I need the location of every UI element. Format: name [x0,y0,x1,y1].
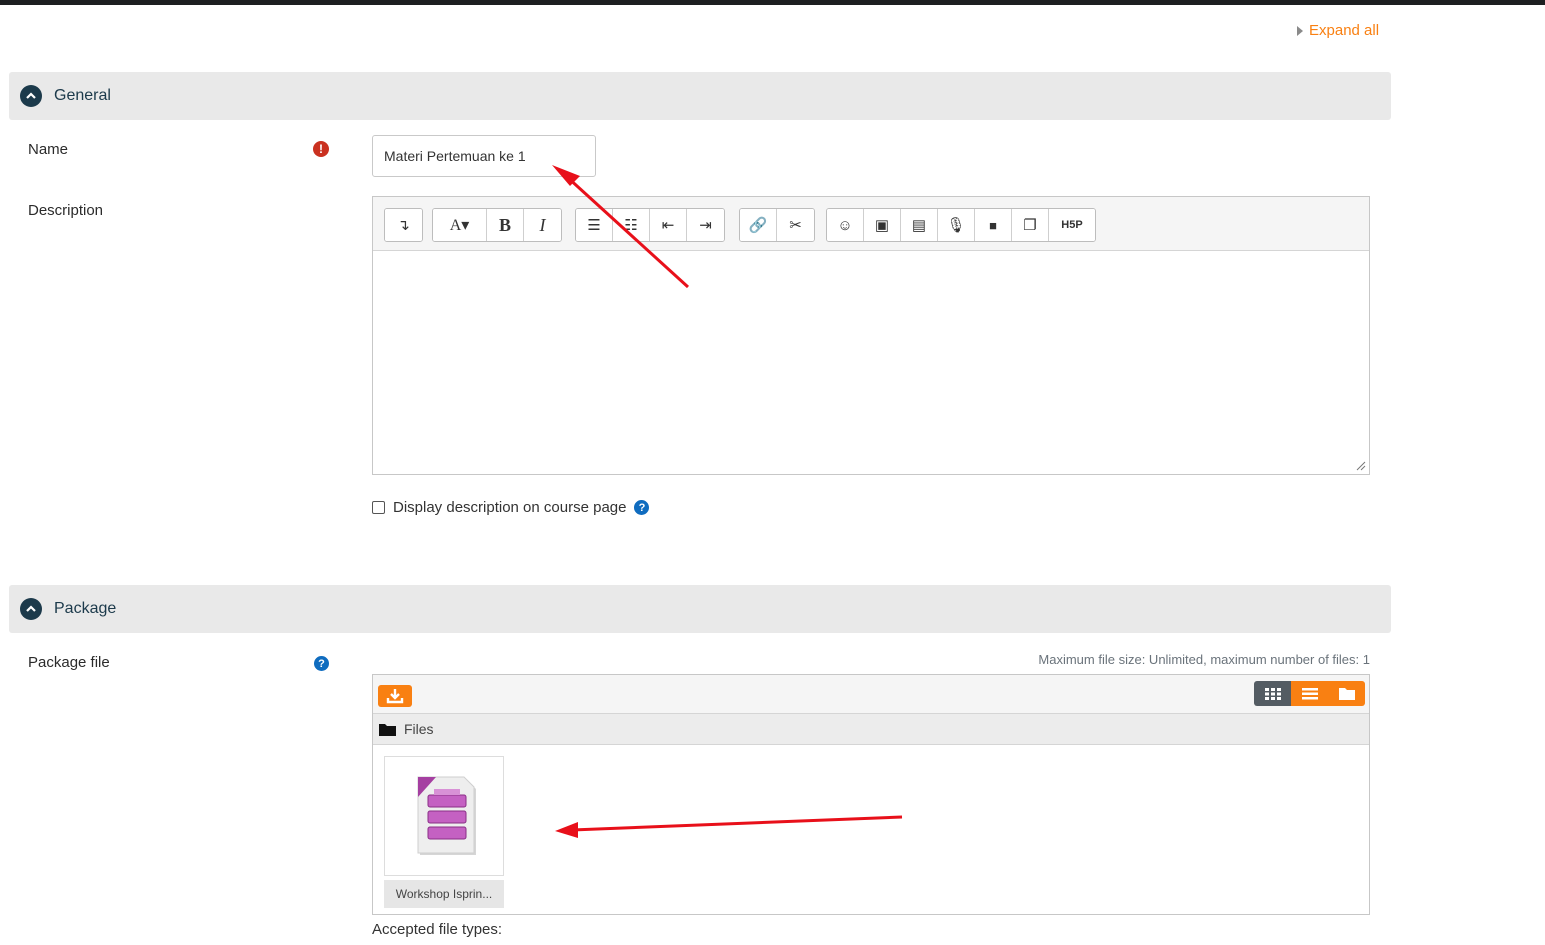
max-file-size-text: Maximum file size: Unlimited, maximum nu… [1038,652,1370,667]
question-circle-icon[interactable]: ? [634,500,650,515]
bold-icon: B [498,214,511,235]
emoji-icon: ☺ [837,216,853,234]
general-section-header[interactable]: General [9,72,1391,120]
toolbar-group: ↴ [384,208,423,242]
file-manager-toolbar [373,675,1369,714]
resize-grip-icon[interactable] [1354,459,1366,471]
top-bar [0,0,1545,5]
collapse-chevron-icon[interactable] [20,85,42,107]
h5p-icon: H5P [1061,219,1083,231]
add-file-button[interactable] [378,685,412,707]
display-description-row: Display description on course page ? [372,499,650,516]
media-button[interactable]: ▤ [901,209,938,241]
record-video-button[interactable]: ■ [975,209,1012,241]
font-style-button[interactable]: A▾ [433,209,487,241]
record-video-icon: ■ [989,217,997,233]
list-view-button[interactable] [1291,681,1328,706]
folder-icon [379,723,396,736]
unlink-icon: ✂ [789,217,802,234]
outdent-button[interactable]: ⇤ [650,209,687,241]
unordered-list-icon: ☰ [587,217,601,234]
description-text-area[interactable] [373,251,1369,474]
display-description-checkbox[interactable] [372,501,385,514]
font-style-icon: A▾ [449,217,470,234]
exclamation-circle-icon: ! [313,141,329,157]
file-thumbnail[interactable] [384,756,504,876]
download-icon [386,689,404,704]
package-section-header[interactable]: Package [9,585,1391,633]
tree-view-button[interactable] [1328,681,1365,706]
display-description-label: Display description on course page [393,499,627,516]
name-input[interactable] [372,135,596,177]
h5p-button[interactable]: H5P [1049,209,1095,241]
accepted-file-types-label: Accepted file types: [372,921,503,938]
package-file-label: Package file [28,654,110,671]
question-circle-icon[interactable]: ? [314,656,329,671]
editor-toolbar: ↴ A▾ B I ☰ ☷ ⇤ ⇥ 🔗 ✂ ☺ ▣ ▤ 🎙 ■ ❐ H5P [373,197,1369,251]
icon-view-button[interactable] [1254,681,1291,706]
toolbar-group: A▾ B I [432,208,562,242]
italic-icon: I [539,214,546,235]
view-mode-switcher [1254,681,1365,706]
expand-triangle-icon [1297,25,1303,36]
file-path-bar: Files [373,714,1369,745]
collapse-icon: ↴ [397,217,410,234]
toolbar-group: 🔗 ✂ [739,208,815,242]
media-icon: ▤ [911,217,927,234]
italic-button[interactable]: I [524,209,561,241]
file-name-label[interactable]: Workshop Isprin... [384,880,504,908]
file-item[interactable]: Workshop Isprin... [384,756,504,909]
record-audio-button[interactable]: 🎙 [938,209,975,241]
manage-files-button[interactable]: ❐ [1012,209,1049,241]
outdent-icon: ⇤ [661,217,675,234]
bold-button[interactable]: B [487,209,524,241]
link-icon: 🔗 [748,217,768,234]
image-icon: ▣ [874,217,890,234]
emoji-button[interactable]: ☺ [827,209,864,241]
record-audio-icon: 🎙 [946,217,966,234]
file-manager: Files Workshop Isprin... [372,674,1370,915]
collapse-button[interactable]: ↴ [385,209,422,241]
folder-icon [1338,688,1355,700]
package-section-title: Package [54,600,117,617]
manage-files-icon: ❐ [1023,217,1037,234]
indent-button[interactable]: ⇥ [687,209,724,241]
expand-all-link[interactable]: Expand all [1297,22,1379,39]
archive-file-icon [417,776,476,855]
files-path-label[interactable]: Files [404,721,434,737]
description-editor[interactable]: ↴ A▾ B I ☰ ☷ ⇤ ⇥ 🔗 ✂ ☺ ▣ ▤ 🎙 ■ ❐ H5P [372,196,1370,475]
description-label: Description [28,202,104,219]
expand-all-label: Expand all [1309,22,1380,39]
unlink-button[interactable]: ✂ [777,209,814,241]
grid-icon [1264,687,1281,700]
link-button[interactable]: 🔗 [740,209,777,241]
toolbar-group: ☺ ▣ ▤ 🎙 ■ ❐ H5P [826,208,1096,242]
image-button[interactable]: ▣ [864,209,901,241]
ordered-list-button[interactable]: ☷ [613,209,650,241]
collapse-chevron-icon[interactable] [20,598,42,620]
unordered-list-button[interactable]: ☰ [576,209,613,241]
list-icon [1301,687,1318,699]
toolbar-group: ☰ ☷ ⇤ ⇥ [575,208,725,242]
general-section-title: General [54,87,111,104]
indent-icon: ⇥ [699,217,712,234]
ordered-list-icon: ☷ [624,217,638,234]
name-label: Name [28,141,69,158]
